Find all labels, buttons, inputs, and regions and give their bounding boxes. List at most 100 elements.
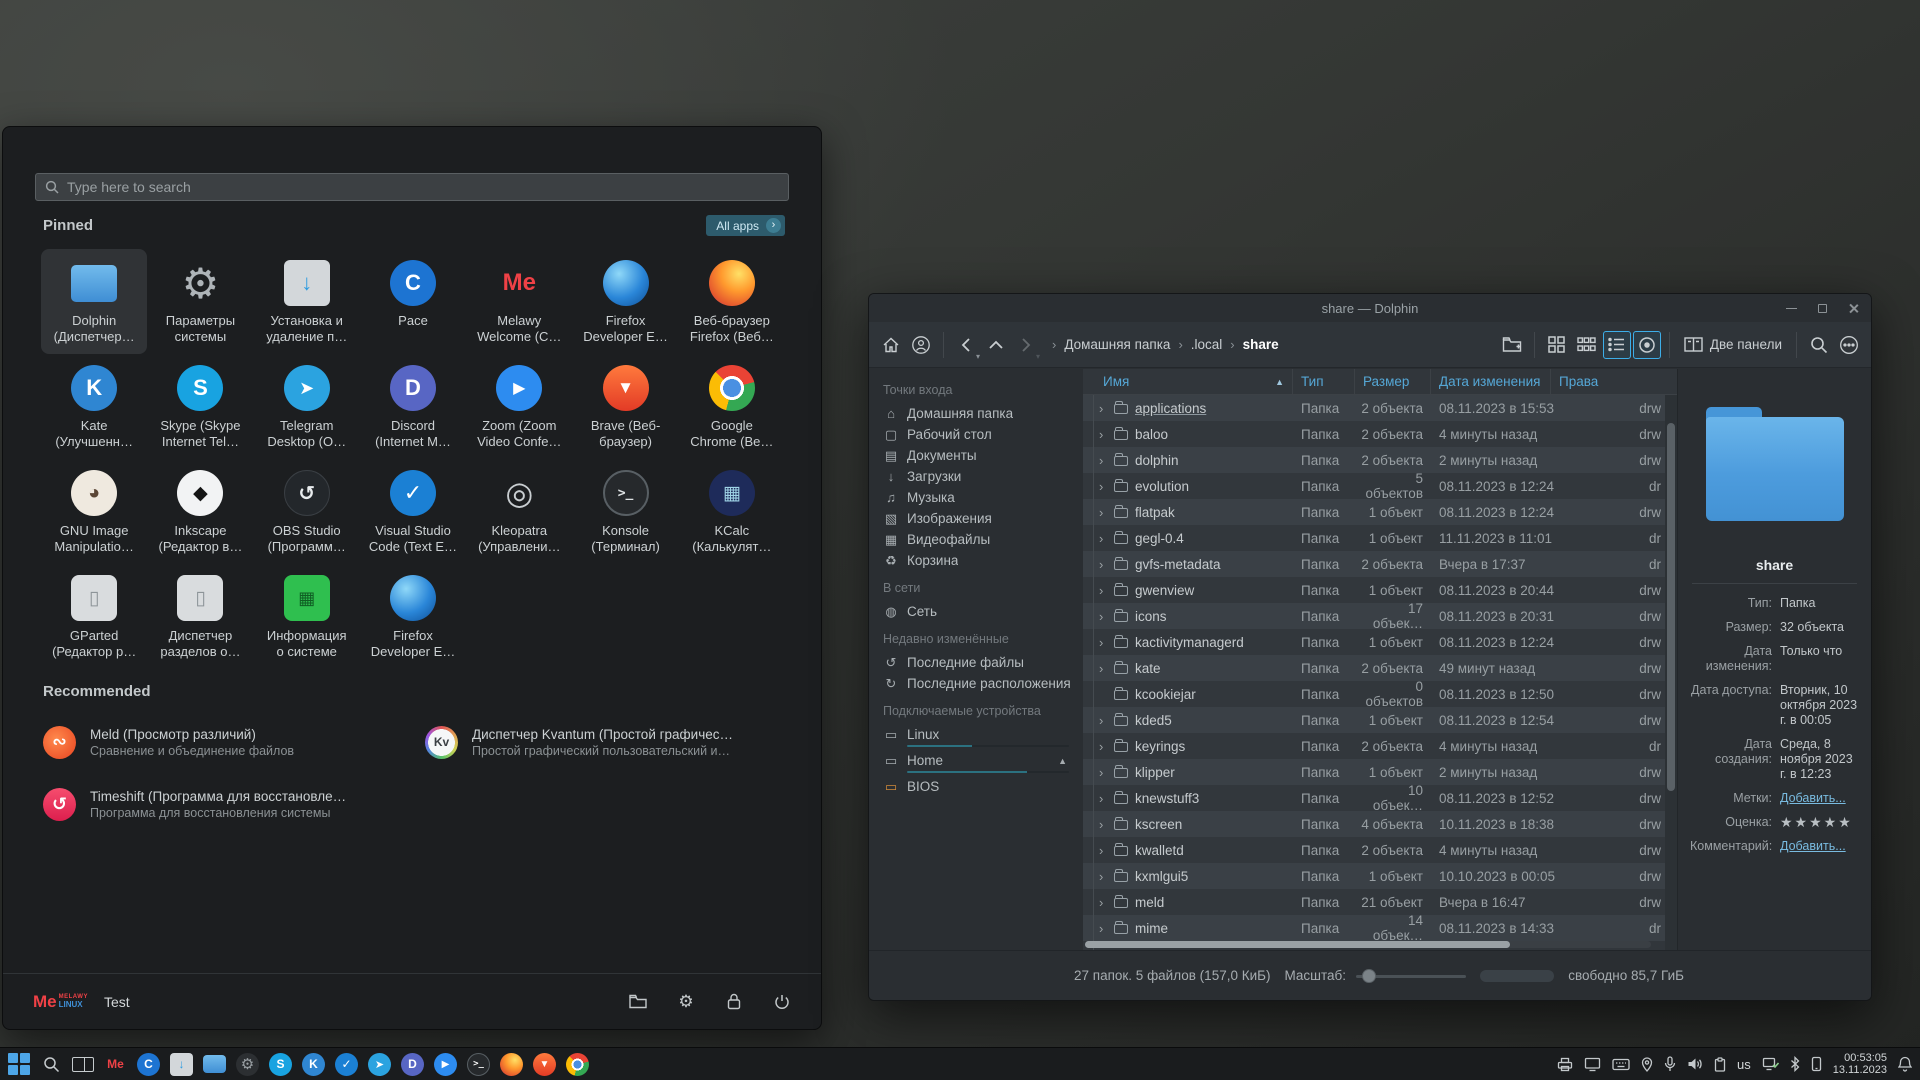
expand-arrow-icon[interactable] [1099, 401, 1107, 416]
table-row[interactable]: dolphin Папка 2 объекта 2 минуты назад d… [1083, 447, 1665, 473]
table-row[interactable]: flatpak Папка 1 объект 08.11.2023 в 12:2… [1083, 499, 1665, 525]
table-row[interactable]: gegl-0.4 Папка 1 объект 11.11.2023 в 11:… [1083, 525, 1665, 551]
table-row[interactable]: kded5 Папка 1 объект 08.11.2023 в 12:54 … [1083, 707, 1665, 733]
expand-arrow-icon[interactable] [1099, 765, 1107, 780]
app-tile[interactable]: ▶ Zoom (Zoom Video Confe… [466, 354, 572, 459]
vertical-scrollbar[interactable] [1665, 395, 1677, 950]
table-row[interactable]: gwenview Папка 1 объект 08.11.2023 в 20:… [1083, 577, 1665, 603]
table-row[interactable]: icons Папка 17 объек… 08.11.2023 в 20:31… [1083, 603, 1665, 629]
recommended-app[interactable]: Kv Диспетчер Kvantum (Простой графичес… … [425, 711, 767, 773]
device-item[interactable]: ▭ BIOS [883, 776, 1075, 797]
taskbar-app-icon[interactable]: ➤ [368, 1053, 391, 1076]
zoom-slider[interactable] [1356, 969, 1466, 983]
table-row[interactable]: meld Папка 21 объект Вчера в 16:47 drw [1083, 889, 1665, 915]
details-view-button[interactable] [1603, 331, 1631, 359]
table-row[interactable]: kate Папка 2 объекта 49 минут назад drw [1083, 655, 1665, 681]
breadcrumb-share[interactable]: share [1243, 337, 1279, 352]
app-tile[interactable]: ▦ KCalc (Калькулят… [679, 459, 785, 564]
places-item[interactable]: ↓ Загрузки [883, 466, 1075, 487]
maximize-button[interactable] [1817, 303, 1828, 314]
user-home-button[interactable] [907, 331, 935, 359]
up-button[interactable] [982, 331, 1010, 359]
search-input[interactable]: Type here to search [35, 173, 789, 201]
app-tile[interactable]: Firefox Developer E… [572, 249, 678, 354]
app-tile[interactable]: Dolphin (Диспетчер… [41, 249, 147, 354]
table-row[interactable]: mime Папка 14 объек… 08.11.2023 в 14:33 … [1083, 915, 1665, 941]
recommended-app[interactable]: ↺ Timeshift (Программа для восстановле… … [43, 773, 385, 835]
expand-arrow-icon[interactable] [1099, 505, 1107, 520]
horizontal-scrollbar[interactable] [1085, 941, 1651, 948]
bluetooth-icon[interactable] [1790, 1056, 1800, 1072]
device-item[interactable]: ▭ Linux [883, 724, 1075, 747]
keyboard-layout-indicator[interactable]: us [1737, 1057, 1751, 1072]
taskbar-app-icon[interactable]: C [137, 1053, 160, 1076]
column-header-type[interactable]: Тип [1293, 369, 1355, 394]
app-tile[interactable]: C Pace [360, 249, 466, 354]
taskbar-app-icon[interactable]: K [302, 1053, 325, 1076]
app-tile[interactable]: Веб-браузер Firefox (Веб… [679, 249, 785, 354]
table-row[interactable]: applications Папка 2 объекта 08.11.2023 … [1083, 395, 1665, 421]
table-row[interactable]: keyrings Папка 2 объекта 4 минуты назад … [1083, 733, 1665, 759]
app-tile[interactable]: ▯ GParted (Редактор р… [41, 564, 147, 669]
table-row[interactable]: kwalletd Папка 2 объекта 4 минуты назад … [1083, 837, 1665, 863]
app-tile[interactable]: Me Melawy Welcome (C… [466, 249, 572, 354]
taskbar-app-icon[interactable]: ▼ [533, 1053, 556, 1076]
lock-button[interactable] [725, 993, 743, 1011]
expand-arrow-icon[interactable] [1099, 453, 1107, 468]
places-item[interactable]: ↻ Последние расположения [883, 673, 1075, 694]
app-tile[interactable]: ✓ Visual Studio Code (Text E… [360, 459, 466, 564]
table-row[interactable]: baloo Папка 2 объекта 4 минуты назад drw [1083, 421, 1665, 447]
new-tab-button[interactable] [1498, 331, 1526, 359]
network-icon[interactable] [1762, 1057, 1779, 1071]
start-menu-button[interactable] [8, 1053, 30, 1075]
compact-view-button[interactable] [1573, 331, 1601, 359]
column-header-permissions[interactable]: Права [1551, 369, 1677, 394]
volume-icon[interactable] [1687, 1057, 1703, 1071]
places-item[interactable]: ▦ Видеофайлы [883, 529, 1075, 550]
places-item[interactable]: ⌂ Домашняя папка [883, 403, 1075, 424]
preview-toggle-button[interactable] [1633, 331, 1661, 359]
expand-arrow-icon[interactable] [1099, 427, 1107, 442]
power-button[interactable] [773, 993, 791, 1011]
table-row[interactable]: evolution Папка 5 объектов 08.11.2023 в … [1083, 473, 1665, 499]
taskbar-app-icon[interactable]: ✓ [335, 1053, 358, 1076]
places-item[interactable]: ♫ Музыка [883, 487, 1075, 508]
app-tile[interactable]: ◕ GNU Image Manipulatio… [41, 459, 147, 564]
microphone-icon[interactable] [1664, 1056, 1676, 1072]
home-button[interactable] [877, 331, 905, 359]
expand-arrow-icon[interactable] [1099, 843, 1107, 858]
table-row[interactable]: klipper Папка 1 объект 2 минуты назад dr… [1083, 759, 1665, 785]
app-tile[interactable]: ▼ Brave (Веб- браузер) [572, 354, 678, 459]
app-tile[interactable]: Google Chrome (Be… [679, 354, 785, 459]
taskbar-app-icon[interactable]: ⚙ [236, 1053, 259, 1076]
taskbar-app-icon[interactable]: S [269, 1053, 292, 1076]
file-manager-button[interactable] [629, 993, 647, 1011]
app-tile[interactable]: ↺ OBS Studio (Программ… [254, 459, 360, 564]
column-header-date[interactable]: Дата изменения [1431, 369, 1551, 394]
app-tile[interactable]: ◆ Inkscape (Редактор в… [147, 459, 253, 564]
places-item[interactable]: ▤ Документы [883, 445, 1075, 466]
expand-arrow-icon[interactable] [1099, 895, 1107, 910]
column-header-size[interactable]: Размер [1355, 369, 1431, 394]
places-item[interactable]: ↺ Последние файлы [883, 652, 1075, 673]
table-row[interactable]: kcookiejar Папка 0 объектов 08.11.2023 в… [1083, 681, 1665, 707]
settings-button[interactable]: ⚙ [677, 993, 695, 1011]
app-tile[interactable]: ↓ Установка и удаление п… [254, 249, 360, 354]
table-row[interactable]: kactivitymanagerd Папка 1 объект 08.11.2… [1083, 629, 1665, 655]
expand-arrow-icon[interactable] [1099, 739, 1107, 754]
expand-arrow-icon[interactable] [1099, 661, 1107, 676]
icons-view-button[interactable] [1543, 331, 1571, 359]
device-item[interactable]: ▭ Home ▲ [883, 750, 1075, 773]
taskbar-app-icon[interactable]: Me [104, 1053, 127, 1076]
breadcrumb-home[interactable]: Домашняя папка [1064, 337, 1170, 352]
expand-arrow-icon[interactable] [1099, 921, 1107, 936]
recommended-app[interactable]: ∾ Meld (Просмотр различий) Сравнение и о… [43, 711, 385, 773]
app-tile[interactable]: ▦ Информация о системе [254, 564, 360, 669]
taskbar-app-icon[interactable] [203, 1055, 226, 1073]
app-tile[interactable]: D Discord (Internet M… [360, 354, 466, 459]
taskbar-app-icon[interactable]: >_ [467, 1053, 490, 1076]
tablet-icon[interactable] [1811, 1056, 1822, 1072]
screen-share-icon[interactable] [1584, 1057, 1601, 1072]
places-item[interactable]: ◍ Сеть [883, 601, 1075, 622]
places-item[interactable]: ♻ Корзина [883, 550, 1075, 571]
